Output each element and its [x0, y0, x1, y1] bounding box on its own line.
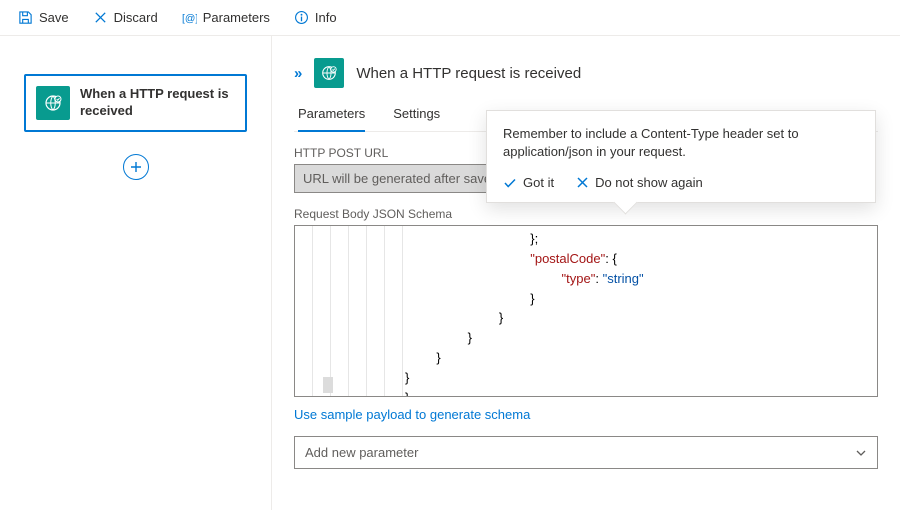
discard-button[interactable]: Discard — [83, 6, 168, 29]
close-icon — [576, 176, 589, 189]
parameters-label: Parameters — [203, 10, 270, 25]
got-it-button[interactable]: Got it — [503, 175, 554, 190]
designer-canvas: When a HTTP request is received — [0, 36, 272, 510]
cursor-highlight — [323, 377, 333, 393]
tab-settings[interactable]: Settings — [393, 98, 440, 131]
do-not-show-button[interactable]: Do not show again — [576, 175, 703, 190]
schema-editor[interactable]: }; "postalCode": { "type": "string" } } … — [294, 225, 878, 397]
top-toolbar: Save Discard [@] Parameters Info — [0, 0, 900, 36]
panel-title: When a HTTP request is received — [356, 65, 581, 82]
chevron-down-icon — [855, 447, 867, 459]
save-icon — [18, 10, 33, 25]
details-panel: » When a HTTP request is received Parame… — [272, 36, 900, 510]
parameters-button[interactable]: [@] Parameters — [172, 6, 280, 29]
info-icon — [294, 10, 309, 25]
trigger-card-title: When a HTTP request is received — [80, 86, 235, 120]
save-label: Save — [39, 10, 69, 25]
info-label: Info — [315, 10, 337, 25]
collapse-button[interactable]: » — [294, 65, 302, 82]
got-it-label: Got it — [523, 175, 554, 190]
http-request-icon — [36, 86, 70, 120]
schema-field-label: Request Body JSON Schema — [294, 207, 878, 221]
add-parameter-label: Add new parameter — [305, 445, 418, 460]
close-icon — [93, 10, 108, 25]
check-icon — [503, 176, 517, 190]
add-parameter-dropdown[interactable]: Add new parameter — [294, 436, 878, 469]
add-step-button[interactable] — [123, 154, 149, 180]
use-sample-payload-link[interactable]: Use sample payload to generate schema — [294, 407, 530, 422]
trigger-card[interactable]: When a HTTP request is received — [24, 74, 247, 132]
svg-text:[@]: [@] — [182, 13, 197, 24]
tab-parameters[interactable]: Parameters — [298, 98, 365, 131]
http-request-icon — [314, 58, 344, 88]
info-button[interactable]: Info — [284, 6, 347, 29]
save-button[interactable]: Save — [8, 6, 79, 29]
plus-icon — [129, 160, 143, 174]
callout-message: Remember to include a Content-Type heade… — [503, 125, 859, 161]
discard-label: Discard — [114, 10, 158, 25]
info-callout: Remember to include a Content-Type heade… — [486, 110, 876, 203]
parameters-icon: [@] — [182, 10, 197, 25]
do-not-show-label: Do not show again — [595, 175, 703, 190]
editor-gutter — [295, 226, 405, 396]
